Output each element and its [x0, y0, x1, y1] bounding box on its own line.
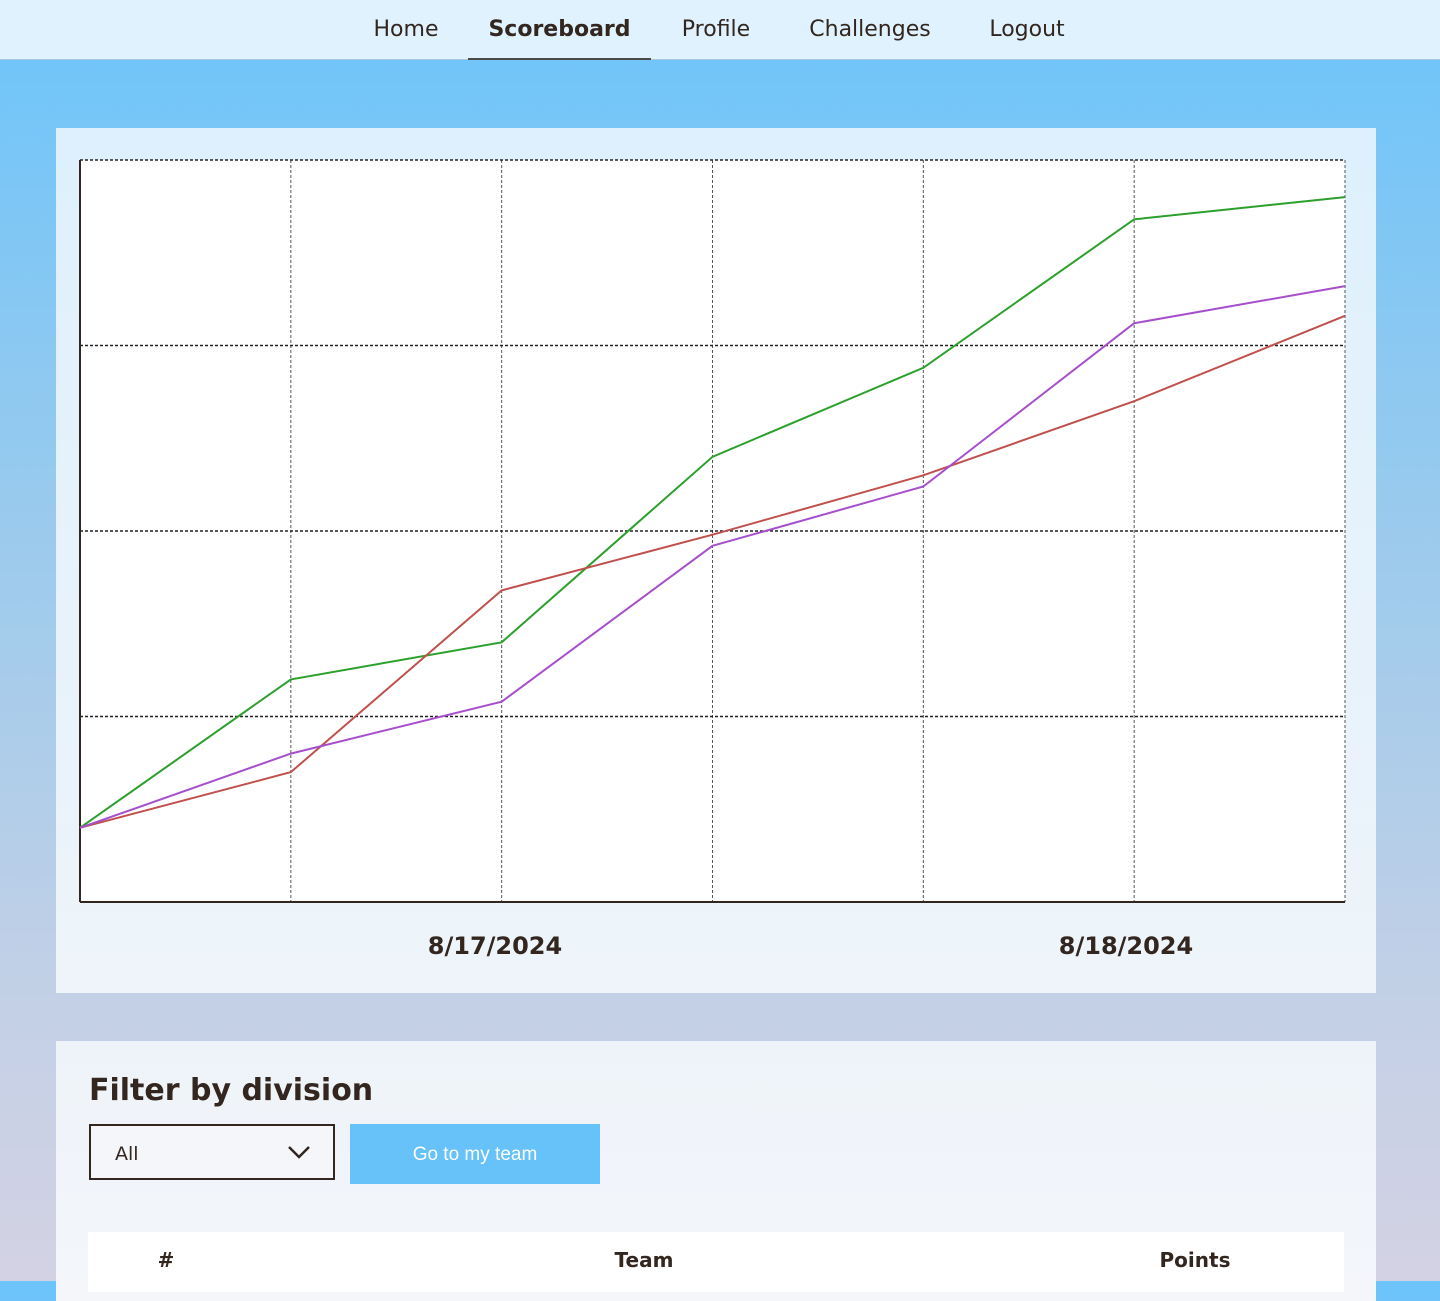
go-to-my-team-button[interactable]: Go to my team	[350, 1124, 600, 1184]
filter-panel: Filter by division All Go to my team # T…	[56, 1041, 1376, 1301]
scoreboard-chart-panel: 8/17/2024 8/18/2024	[56, 128, 1376, 993]
division-select[interactable]: All	[89, 1124, 335, 1180]
nav-challenges[interactable]: Challenges	[790, 0, 950, 59]
nav-list: Home Scoreboard Profile Challenges Logou…	[0, 0, 1440, 60]
x-tick-label: 8/17/2024	[428, 932, 562, 960]
nav-logout[interactable]: Logout	[970, 0, 1084, 59]
chevron-down-icon	[288, 1146, 310, 1159]
nav-profile[interactable]: Profile	[662, 0, 770, 59]
scoreboard-table-header: # Team Points	[88, 1232, 1344, 1292]
score-chart: 8/17/2024 8/18/2024	[79, 159, 1346, 960]
filter-title: Filter by division	[89, 1073, 374, 1108]
column-header-points: Points	[1159, 1248, 1231, 1272]
top-navbar: Home Scoreboard Profile Challenges Logou…	[0, 0, 1440, 60]
nav-scoreboard[interactable]: Scoreboard	[468, 0, 651, 60]
x-tick-label: 8/18/2024	[1059, 932, 1193, 960]
division-select-value: All	[115, 1143, 139, 1165]
column-header-rank: #	[157, 1248, 175, 1272]
column-header-team: Team	[614, 1248, 674, 1272]
nav-home[interactable]: Home	[355, 0, 457, 59]
